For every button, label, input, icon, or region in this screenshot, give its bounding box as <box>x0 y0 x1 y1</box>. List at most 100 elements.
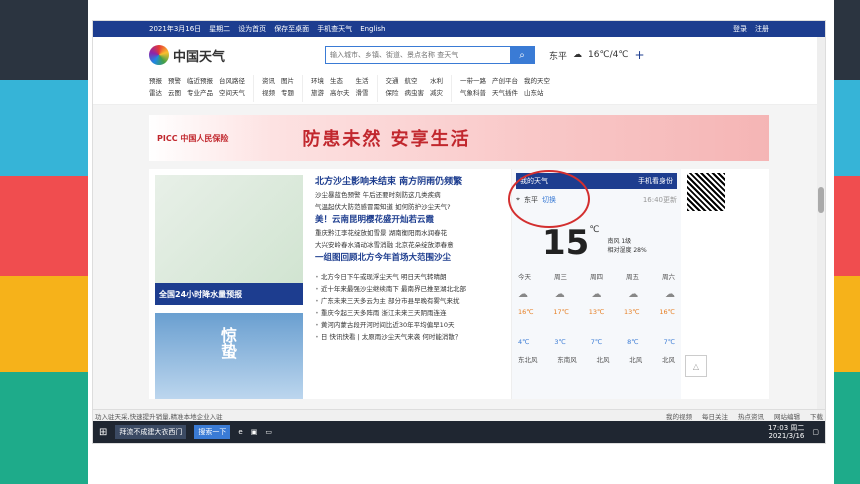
register-link[interactable]: 注册 <box>755 24 769 34</box>
nav-item[interactable]: 预警 <box>168 75 181 85</box>
nav-group-forecast: 预报 预警 临近预报 台风路径 雷达 云图 专业产品 空间天气 <box>149 75 254 102</box>
nav-item[interactable]: 交通 <box>386 75 399 85</box>
nav-item[interactable]: 病虫害 <box>405 87 425 97</box>
taskbar-search[interactable]: 搜索一下 <box>194 425 231 439</box>
nav-item[interactable]: 专业产品 <box>187 87 213 97</box>
nav-item[interactable]: 保险 <box>386 87 399 97</box>
nav-item[interactable]: 云图 <box>168 87 181 97</box>
status-item[interactable]: 每日关注 <box>702 411 728 421</box>
status-item[interactable]: 我的视频 <box>666 411 692 421</box>
clock[interactable]: 17:03 周二 2021/3/16 <box>768 424 804 440</box>
nav-item[interactable]: 山东站 <box>524 87 550 97</box>
headline-link[interactable]: 北方沙尘影响未结束 南方阴雨仍频繁 <box>315 175 505 189</box>
nav-item[interactable]: 滑雪 <box>356 87 369 97</box>
search-input[interactable] <box>326 47 510 63</box>
list-item[interactable]: 广东未来三天多云为主 部分市县早晚有雾气来扰 <box>315 295 505 307</box>
ad-banner[interactable]: PICC 中国人民保险 防患未然 安享生活 <box>149 115 769 161</box>
scrollbar[interactable] <box>817 37 825 409</box>
nav-group-news: 资讯 图片 视频 专题 <box>262 75 303 102</box>
headline-link[interactable]: 美！云南昆明樱花盛开灿若云霞 <box>315 213 505 227</box>
nav-item[interactable]: 环境 <box>311 75 324 85</box>
link-mobile[interactable]: 手机查天气 <box>317 24 352 34</box>
login-link[interactable]: 登录 <box>733 24 747 34</box>
mobile-link[interactable]: 手机看身份 <box>638 176 673 186</box>
store-icon[interactable]: ▣ <box>251 428 258 436</box>
day-label[interactable]: 今天 <box>518 271 531 281</box>
wind-dir: 北风 <box>662 356 675 364</box>
nav-item[interactable]: 生活 <box>356 75 369 85</box>
nav-item[interactable]: 我的天空 <box>524 75 550 85</box>
low-temp: 8℃ <box>627 338 639 346</box>
cloud-icon: ☁ <box>665 289 675 300</box>
add-city-button[interactable]: + <box>634 48 644 62</box>
taskbar-app[interactable]: 拜流不成建大衣西门 <box>115 425 187 439</box>
nav-item[interactable]: 高尔夫 <box>330 87 350 97</box>
news-line[interactable]: 气温起伏大防范感冒需知道 如何防护沙尘天气? <box>315 201 505 213</box>
nav-item[interactable]: 专题 <box>281 87 294 97</box>
precip-map[interactable]: 全国24小时降水量预报 <box>155 175 303 305</box>
nav-item[interactable]: 旅游 <box>311 87 324 97</box>
nav-item[interactable]: 预报 <box>149 75 162 85</box>
nav-item[interactable]: 航空 <box>405 75 425 85</box>
nav-item[interactable]: 台风路径 <box>219 75 245 85</box>
list-item[interactable]: 近十年来最强沙尘继续南下 最南界已推至湖北北部 <box>315 283 505 295</box>
status-item[interactable]: 热点资讯 <box>738 411 764 421</box>
day-label[interactable]: 周五 <box>626 271 639 281</box>
current-weather[interactable]: 东平 ☁ 16℃/4℃ + <box>549 48 645 62</box>
high-temp: 13℃ <box>624 308 640 316</box>
top-bar: 2021年3月16日 星期二 设为首页 保存至桌面 手机查天气 English … <box>93 21 825 37</box>
logo-icon <box>149 45 169 65</box>
nav-item[interactable]: 水利 <box>430 75 443 85</box>
edge-icon[interactable]: e <box>238 428 242 436</box>
news-line[interactable]: 沙尘暴蓝色预警 午后还要时刻防这几类疾病 <box>315 189 505 201</box>
day-label[interactable]: 周四 <box>590 271 603 281</box>
nav-item[interactable]: 生态 <box>330 75 350 85</box>
nav-item[interactable]: 图片 <box>281 75 294 85</box>
link-home[interactable]: 设为首页 <box>238 24 266 34</box>
nav-item[interactable]: 临近预报 <box>187 75 213 85</box>
windows-start-icon[interactable]: ⊞ <box>99 427 107 438</box>
nav-item[interactable]: 天气插件 <box>492 87 518 97</box>
cloud-icon: ☁ <box>591 289 602 300</box>
high-temp: 13℃ <box>588 308 605 316</box>
status-item[interactable]: 网站编辑 <box>774 411 800 421</box>
news-line[interactable]: 重庆黔江李花绽放如雪景 湖南衡阳雨水润春花 <box>315 227 505 239</box>
day-label[interactable]: 周六 <box>662 271 675 281</box>
folder-icon[interactable]: ▭ <box>265 428 272 436</box>
nav-item[interactable]: 气象科普 <box>460 87 486 97</box>
nav-item[interactable]: 产创平台 <box>492 75 518 85</box>
wind-dir: 东北风 <box>518 356 538 364</box>
status-item[interactable]: 下载 <box>810 411 823 421</box>
search-icon[interactable]: ⌕ <box>510 47 534 63</box>
list-item[interactable]: 黄河内蒙古段开河时间比近30年平均偏早10天 <box>315 319 505 331</box>
wind-dir: 北风 <box>596 356 610 364</box>
link-desktop[interactable]: 保存至桌面 <box>274 24 309 34</box>
nav-item[interactable]: 一带一路 <box>460 75 486 85</box>
notification-icon[interactable]: ▢ <box>812 428 819 436</box>
nav-item[interactable]: 视频 <box>262 87 275 97</box>
forecast-icons: ☁ ☁ ☁ ☁ ☁ <box>516 289 677 300</box>
nav-item[interactable]: 减灾 <box>430 87 443 97</box>
news-line[interactable]: 大兴安岭春水涌动冰雪消融 北京花朵绽放添春意 <box>315 239 505 251</box>
nav-item[interactable]: 资讯 <box>262 75 275 85</box>
scroll-top-button[interactable]: △ <box>685 355 707 377</box>
decor-left <box>0 0 88 484</box>
forecast-highs: 16℃ 17℃ 13℃ 13℃ 16℃ <box>516 308 677 316</box>
nav-item[interactable]: 雷达 <box>149 87 162 97</box>
high-temp: 17℃ <box>553 308 569 316</box>
left-column: 全国24小时降水量预报 惊蛰 <box>149 169 309 399</box>
update-time: 16:40更新 <box>642 196 677 204</box>
link-english[interactable]: English <box>360 25 385 33</box>
site-logo[interactable]: 中国天气 <box>149 45 319 65</box>
list-item[interactable]: 日 快讯快看 | 太原雨沙尘天气来袭 何时能消散？ <box>315 331 505 343</box>
list-item[interactable]: 重庆今起三天多阵雨 浙江未来三天阴雨连连 <box>315 307 505 319</box>
browser-screenshot: 2021年3月16日 星期二 设为首页 保存至桌面 手机查天气 English … <box>92 20 826 444</box>
nav-item[interactable]: 空间天气 <box>219 87 245 97</box>
nav-group-more: 一带一路 产创平台 我的天空气象科普 天气插件 山东站 <box>460 75 558 102</box>
list-item[interactable]: 北方今日下午或现浮尘天气 明日天气转晴朗 <box>315 271 505 283</box>
day-label[interactable]: 周三 <box>554 271 567 281</box>
jingzhe-image[interactable]: 惊蛰 <box>155 313 303 399</box>
low-temp: 4℃ <box>518 338 530 346</box>
headline-link[interactable]: 一组图回顾北方今年首场大范围沙尘 <box>315 251 505 265</box>
cloud-icon: ☁ <box>554 289 565 300</box>
